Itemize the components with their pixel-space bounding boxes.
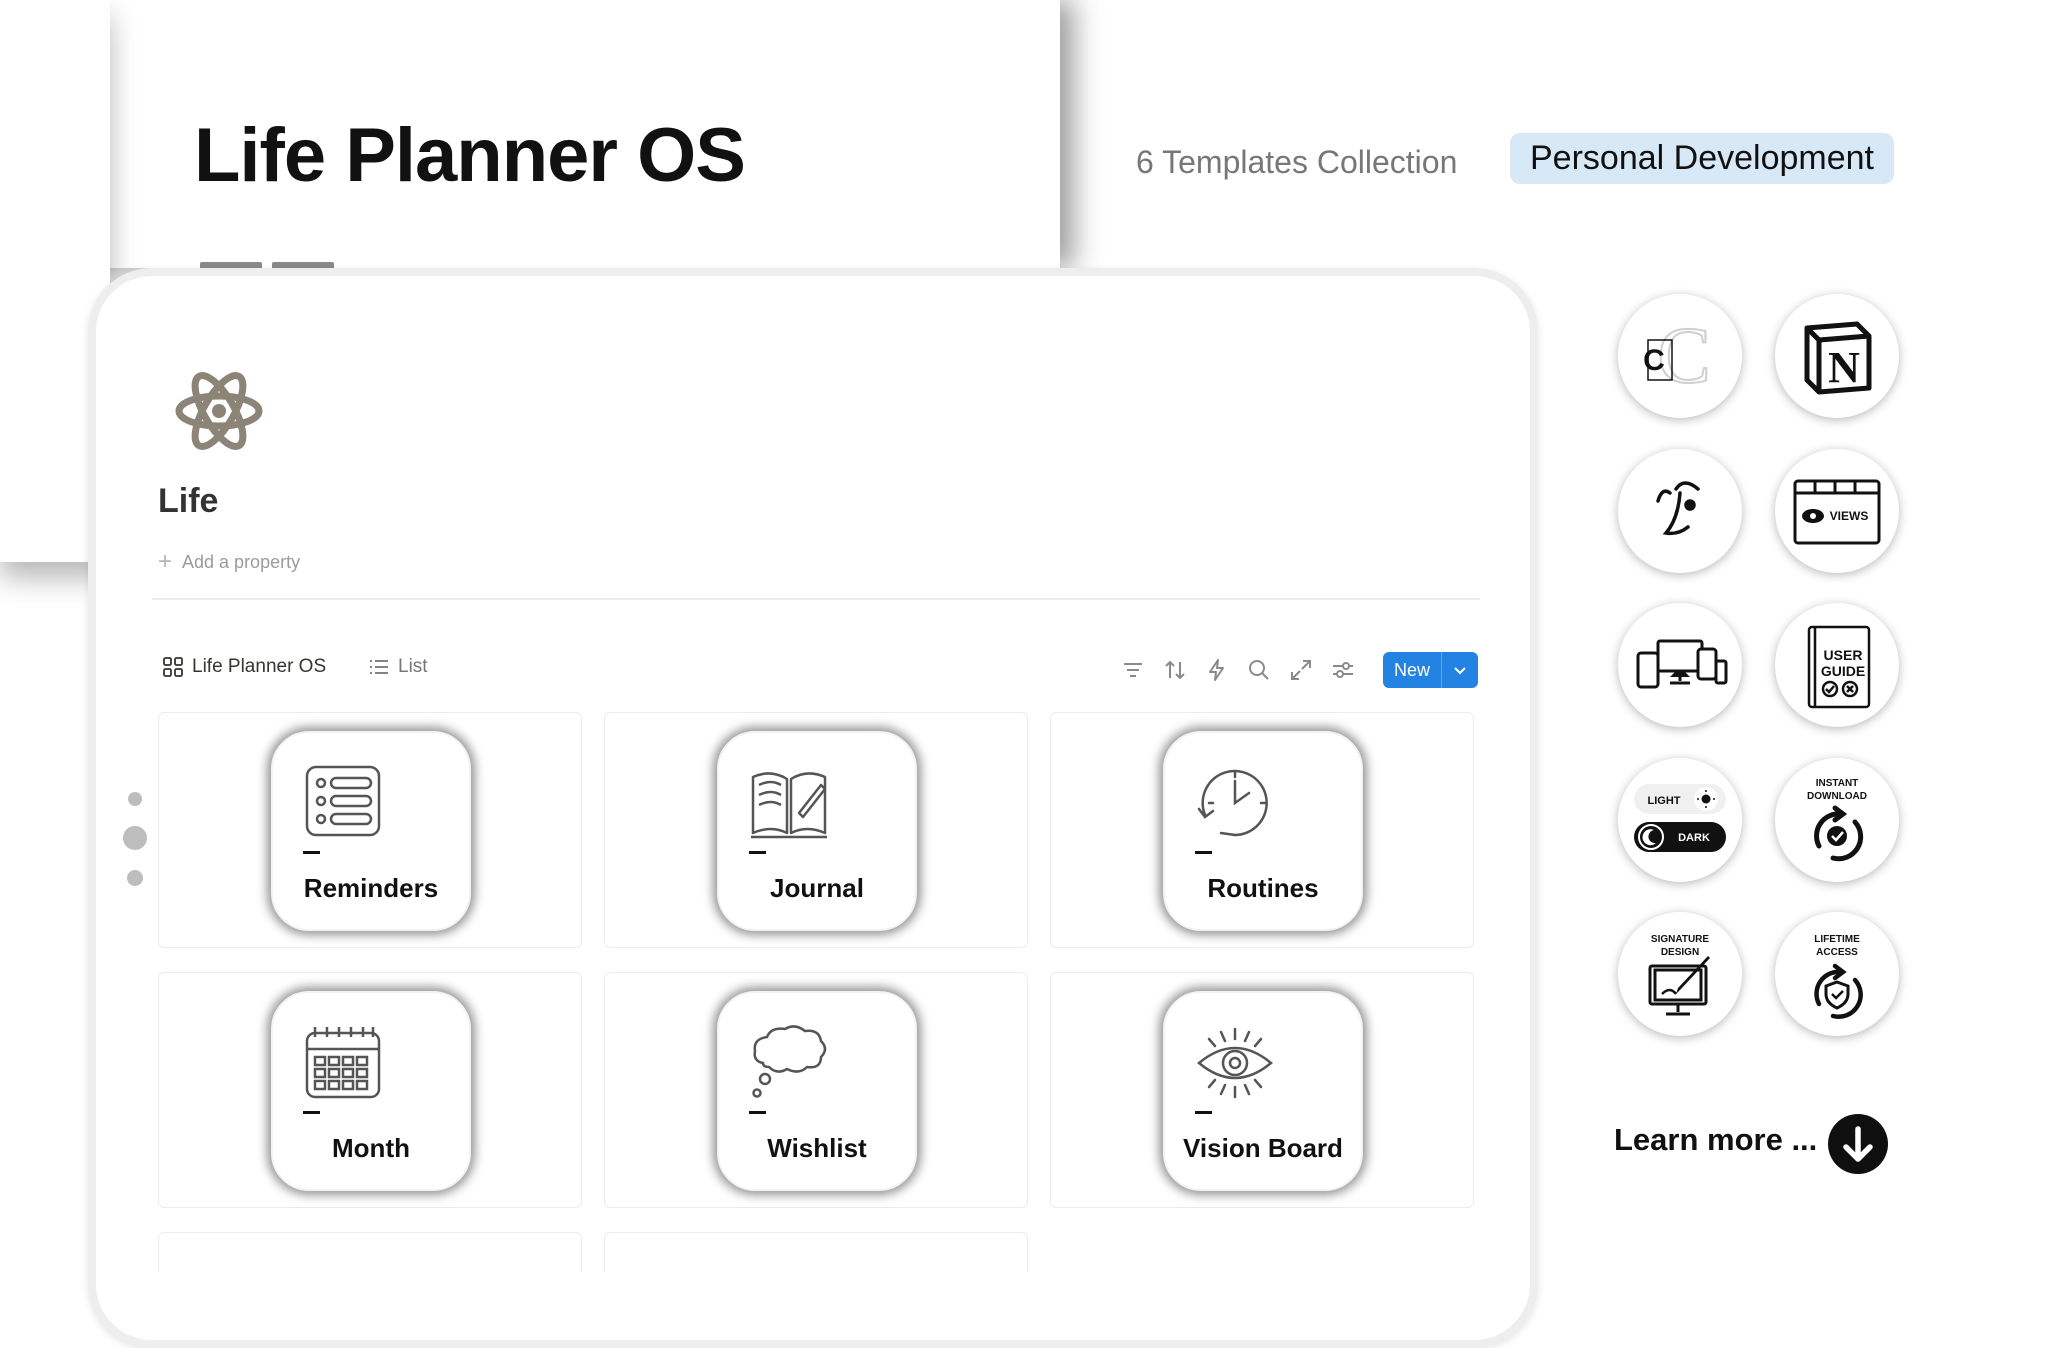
gallery-card-partial: [604, 1232, 1028, 1272]
canva-icon: C C: [1643, 311, 1712, 401]
user-guide-label-1: USER: [1824, 647, 1863, 663]
search-icon[interactable]: [1247, 658, 1271, 682]
card-cover: Reminders: [271, 731, 471, 931]
card-cover: Vision Board: [1163, 991, 1363, 1191]
dash-divider: [1195, 1111, 1212, 1114]
user-guide-label-2: GUIDE: [1821, 663, 1865, 679]
chevron-down-icon[interactable]: [1441, 652, 1478, 688]
hero-title: Life Planner OS: [194, 113, 746, 198]
views-label: VIEWS: [1830, 509, 1869, 523]
toolbar-actions: New: [1121, 652, 1478, 688]
plus-icon: +: [158, 548, 173, 575]
user-guide-badge: USER GUIDE: [1775, 603, 1899, 727]
card-cover: Routines: [1163, 731, 1363, 931]
signature-design-badge: SIGNATURE DESIGN: [1618, 912, 1742, 1036]
gallery-card-vision-board[interactable]: Vision Board: [1050, 972, 1474, 1208]
download-arrow-button[interactable]: [1828, 1114, 1888, 1174]
category-badge: Personal Development: [1510, 133, 1894, 184]
notion-icon: N: [1804, 321, 1872, 395]
view-tab-label: List: [398, 656, 428, 677]
lifetime-access-badge: LIFETIME ACCESS: [1775, 912, 1899, 1036]
view-tab-gallery[interactable]: Life Planner OS: [162, 656, 326, 678]
aesthetic-face-icon: [1656, 481, 1700, 536]
learn-more-link[interactable]: Learn more ...: [1614, 1122, 1817, 1158]
thought-bubble-icon: [752, 1025, 827, 1098]
new-button-label: New: [1393, 659, 1430, 680]
devices-badge: [1618, 603, 1742, 727]
card-title: Month: [332, 1133, 410, 1163]
devices-icon: [1636, 639, 1728, 689]
open-book-icon: [751, 772, 827, 839]
gallery-card-month[interactable]: Month: [158, 972, 582, 1208]
card-title: Wishlist: [767, 1133, 867, 1163]
checklist-icon: [305, 765, 381, 837]
instant-download-badge: INSTANT DOWNLOAD: [1775, 758, 1899, 882]
list-icon: [370, 660, 388, 674]
card-title: Vision Board: [1183, 1133, 1343, 1163]
add-property-button[interactable]: + Add a property: [158, 550, 300, 574]
user-guide-book-icon: USER GUIDE: [1807, 625, 1871, 709]
dark-label: DARK: [1678, 832, 1710, 844]
aesthetic-badge: [1618, 449, 1742, 573]
notion-badge: N: [1775, 294, 1899, 418]
expand-icon[interactable]: [1289, 658, 1313, 682]
dash-divider: [749, 1111, 766, 1114]
card-cover: Month: [271, 991, 471, 1191]
collection-subtitle: 6 Templates Collection: [1136, 144, 1458, 180]
canva-badge: C C: [1618, 294, 1742, 418]
page-title: Life: [158, 482, 219, 520]
card-title: Routines: [1207, 873, 1319, 903]
atom-icon: [175, 372, 263, 450]
gallery-icon: [163, 657, 183, 677]
light-dark-toggle-icon: LIGHT DARK: [1634, 784, 1726, 852]
automation-icon[interactable]: [1205, 658, 1229, 682]
dash-divider: [749, 851, 766, 854]
dash-divider: [303, 851, 320, 854]
gallery-card-journal[interactable]: Journal: [604, 712, 1028, 948]
svg-text:N: N: [1828, 343, 1860, 392]
views-browser-icon: VIEWS: [1793, 479, 1881, 545]
settings-icon[interactable]: [1331, 658, 1355, 682]
view-tab-list[interactable]: List: [368, 656, 428, 678]
eye-icon: [1197, 1027, 1273, 1099]
dash-divider: [1195, 851, 1212, 854]
view-tab-label: Life Planner OS: [192, 656, 327, 677]
clock-icon: [1197, 769, 1268, 837]
tablet-frame: Life + Add a property Life Planner OS Li…: [88, 268, 1538, 1348]
database-toolbar: Life Planner OS List New: [162, 652, 1478, 688]
svg-text:C: C: [1643, 344, 1665, 377]
arrow-down-icon: [1843, 1126, 1873, 1162]
card-title: Reminders: [303, 873, 439, 903]
filter-icon[interactable]: [1121, 658, 1145, 682]
light-dark-badge: LIGHT DARK: [1618, 758, 1742, 882]
new-button[interactable]: New: [1382, 652, 1478, 688]
sort-icon[interactable]: [1163, 658, 1187, 682]
card-cover: Wishlist: [717, 991, 917, 1191]
card-title: Journal: [770, 873, 864, 903]
dash-divider: [303, 1111, 320, 1114]
add-property-label: Add a property: [182, 551, 301, 572]
gallery-card-partial: [158, 1232, 582, 1272]
download-cycle-icon: [1814, 805, 1864, 862]
card-cover: Journal: [717, 731, 917, 931]
views-badge: VIEWS: [1775, 449, 1899, 573]
gallery-card-routines[interactable]: Routines: [1050, 712, 1474, 948]
shield-cycle-icon: [1814, 963, 1863, 1019]
divider: [152, 598, 1480, 600]
gallery-card-reminders[interactable]: Reminders: [158, 712, 582, 948]
light-label: LIGHT: [1648, 795, 1681, 807]
signature-monitor-icon: [1648, 956, 1710, 1016]
svg-text:C: C: [1657, 312, 1710, 400]
gallery-card-wishlist[interactable]: Wishlist: [604, 972, 1028, 1208]
calendar-icon: [305, 1027, 381, 1099]
